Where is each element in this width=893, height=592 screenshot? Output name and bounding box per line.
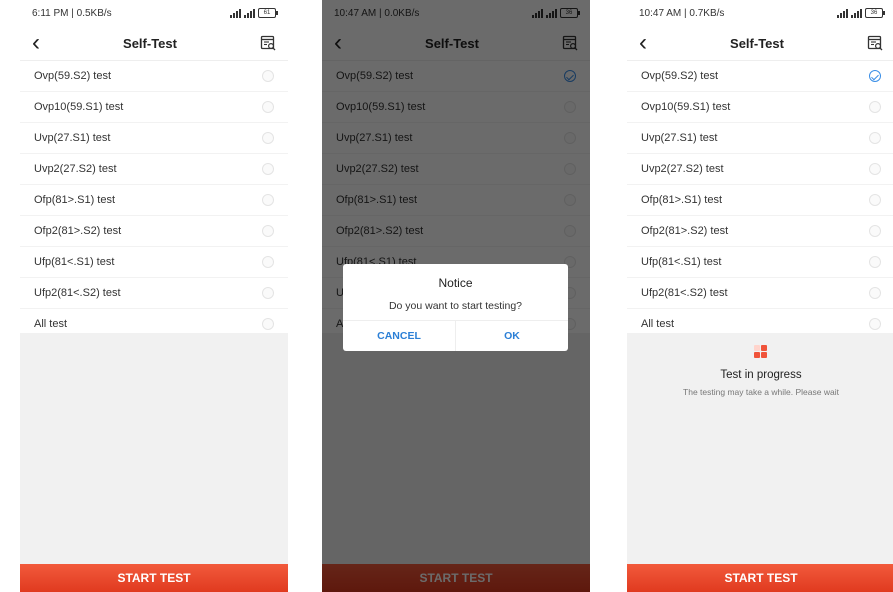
test-label: Ofp(81>.S1) test <box>34 194 116 206</box>
test-item[interactable]: Ufp(81<.S1) test <box>627 247 893 278</box>
test-item[interactable]: Ovp10(59.S1) test <box>627 92 893 123</box>
test-label: Ofp2(81>.S2) test <box>641 225 729 237</box>
radio-icon[interactable] <box>869 256 881 268</box>
radio-icon[interactable] <box>262 163 274 175</box>
chevron-left-icon[interactable]: ‹ <box>639 31 647 55</box>
test-item[interactable]: Uvp2(27.S2) test <box>20 154 288 185</box>
page-title: Self-Test <box>730 35 784 51</box>
radio-icon[interactable] <box>869 101 881 113</box>
radio-icon[interactable] <box>262 287 274 299</box>
test-label: All test <box>641 318 675 330</box>
test-label: Ovp(59.S2) test <box>641 70 719 82</box>
page-title: Self-Test <box>123 35 177 51</box>
test-label: Ufp2(81<.S2) test <box>641 287 728 299</box>
battery-icon: 61 <box>258 8 278 18</box>
report-icon[interactable] <box>867 35 883 51</box>
start-test-button[interactable]: START TEST <box>20 564 288 592</box>
test-item[interactable]: Ufp2(81<.S2) test <box>20 278 288 309</box>
radio-icon[interactable] <box>262 318 274 330</box>
signal-icon <box>837 8 848 18</box>
test-label: Ovp10(59.S1) test <box>641 101 731 113</box>
radio-icon[interactable] <box>262 256 274 268</box>
test-item[interactable]: Ovp10(59.S1) test <box>20 92 288 123</box>
radio-icon[interactable] <box>262 132 274 144</box>
test-item[interactable]: Ofp(81>.S1) test <box>627 185 893 216</box>
screen-3: 10:47 AM | 0.7KB/s 36 ‹ Self-Test Ovp(59.S2)… <box>627 0 893 592</box>
test-label: All test <box>34 318 68 330</box>
test-item[interactable]: Ovp(59.S2) test <box>20 61 288 92</box>
signal-icon <box>230 8 241 18</box>
status-bar: 10:47 AM | 0.7KB/s 36 <box>627 0 893 26</box>
radio-icon[interactable] <box>869 225 881 237</box>
test-label: Uvp2(27.S2) test <box>34 163 117 175</box>
radio-icon[interactable] <box>869 318 881 330</box>
radio-icon[interactable] <box>262 225 274 237</box>
test-item[interactable]: Ofp2(81>.S2) test <box>20 216 288 247</box>
dialog-message: Do you want to start testing? <box>388 300 523 312</box>
radio-icon[interactable] <box>869 287 881 299</box>
header: ‹ Self-Test <box>20 26 288 61</box>
test-item[interactable]: Ufp2(81<.S2) test <box>627 278 893 309</box>
progress-icon <box>754 345 768 359</box>
radio-icon[interactable] <box>869 163 881 175</box>
test-label: Uvp(27.S1) test <box>641 132 718 144</box>
status-icons: 36 <box>837 8 885 18</box>
test-label: Ufp(81<.S1) test <box>34 256 115 268</box>
test-item[interactable]: Uvp(27.S1) test <box>20 123 288 154</box>
screen-2: 10:47 AM | 0.0KB/s36‹Self-TestOvp(59.S2)… <box>322 0 590 592</box>
dialog-title: Notice <box>438 276 473 290</box>
test-label: Ufp2(81<.S2) test <box>34 287 121 299</box>
test-label: Ofp(81>.S1) test <box>641 194 723 206</box>
start-test-button[interactable]: START TEST <box>627 564 893 592</box>
ok-button[interactable]: OK <box>455 321 568 351</box>
radio-icon[interactable] <box>262 194 274 206</box>
test-label: Uvp(27.S1) test <box>34 132 111 144</box>
test-label: Ofp2(81>.S2) test <box>34 225 122 237</box>
status-time: 10:47 AM | 0.7KB/s <box>639 7 725 19</box>
chevron-left-icon[interactable]: ‹ <box>32 31 40 55</box>
screen-1: 6:11 PM | 0.5KB/s 61 ‹ Self-Test Ovp(59.S2) … <box>20 0 288 592</box>
test-label: Uvp2(27.S2) test <box>641 163 724 175</box>
radio-icon[interactable] <box>869 70 881 82</box>
notice-dialog: Notice Do you want to start testing? CANCE… <box>343 264 568 351</box>
signal-icon <box>851 8 862 18</box>
test-label: Ovp(59.S2) test <box>34 70 112 82</box>
progress-title: Test in progress <box>720 369 802 381</box>
progress-subtitle: The testing may take a while. Please wai… <box>683 387 839 397</box>
test-label: Ufp(81<.S1) test <box>641 256 722 268</box>
radio-icon[interactable] <box>869 194 881 206</box>
content-area <box>20 333 288 564</box>
test-list: Ovp(59.S2) test Ovp10(59.S1) test Uvp(27.S… <box>20 61 288 340</box>
test-item[interactable]: Ovp(59.S2) test <box>627 61 893 92</box>
test-item[interactable]: Uvp(27.S1) test <box>627 123 893 154</box>
test-item[interactable]: Uvp2(27.S2) test <box>627 154 893 185</box>
test-item[interactable]: Ofp(81>.S1) test <box>20 185 288 216</box>
test-list: Ovp(59.S2) test Ovp10(59.S1) test Uvp(27.S… <box>627 61 893 340</box>
battery-icon: 36 <box>865 8 885 18</box>
status-bar: 6:11 PM | 0.5KB/s 61 <box>20 0 288 26</box>
report-icon[interactable] <box>260 35 276 51</box>
progress-panel: Test in progress The testing may take a w… <box>627 345 893 397</box>
header: ‹ Self-Test <box>627 26 893 61</box>
dialog-buttons: CANCEL OK <box>343 320 568 351</box>
test-item[interactable]: Ofp2(81>.S2) test <box>627 216 893 247</box>
cancel-button[interactable]: CANCEL <box>343 321 455 351</box>
status-time: 6:11 PM | 0.5KB/s <box>32 7 112 19</box>
test-item[interactable]: Ufp(81<.S1) test <box>20 247 288 278</box>
radio-icon[interactable] <box>869 132 881 144</box>
radio-icon[interactable] <box>262 70 274 82</box>
test-label: Ovp10(59.S1) test <box>34 101 124 113</box>
signal-icon <box>244 8 255 18</box>
radio-icon[interactable] <box>262 101 274 113</box>
status-icons: 61 <box>230 8 278 18</box>
